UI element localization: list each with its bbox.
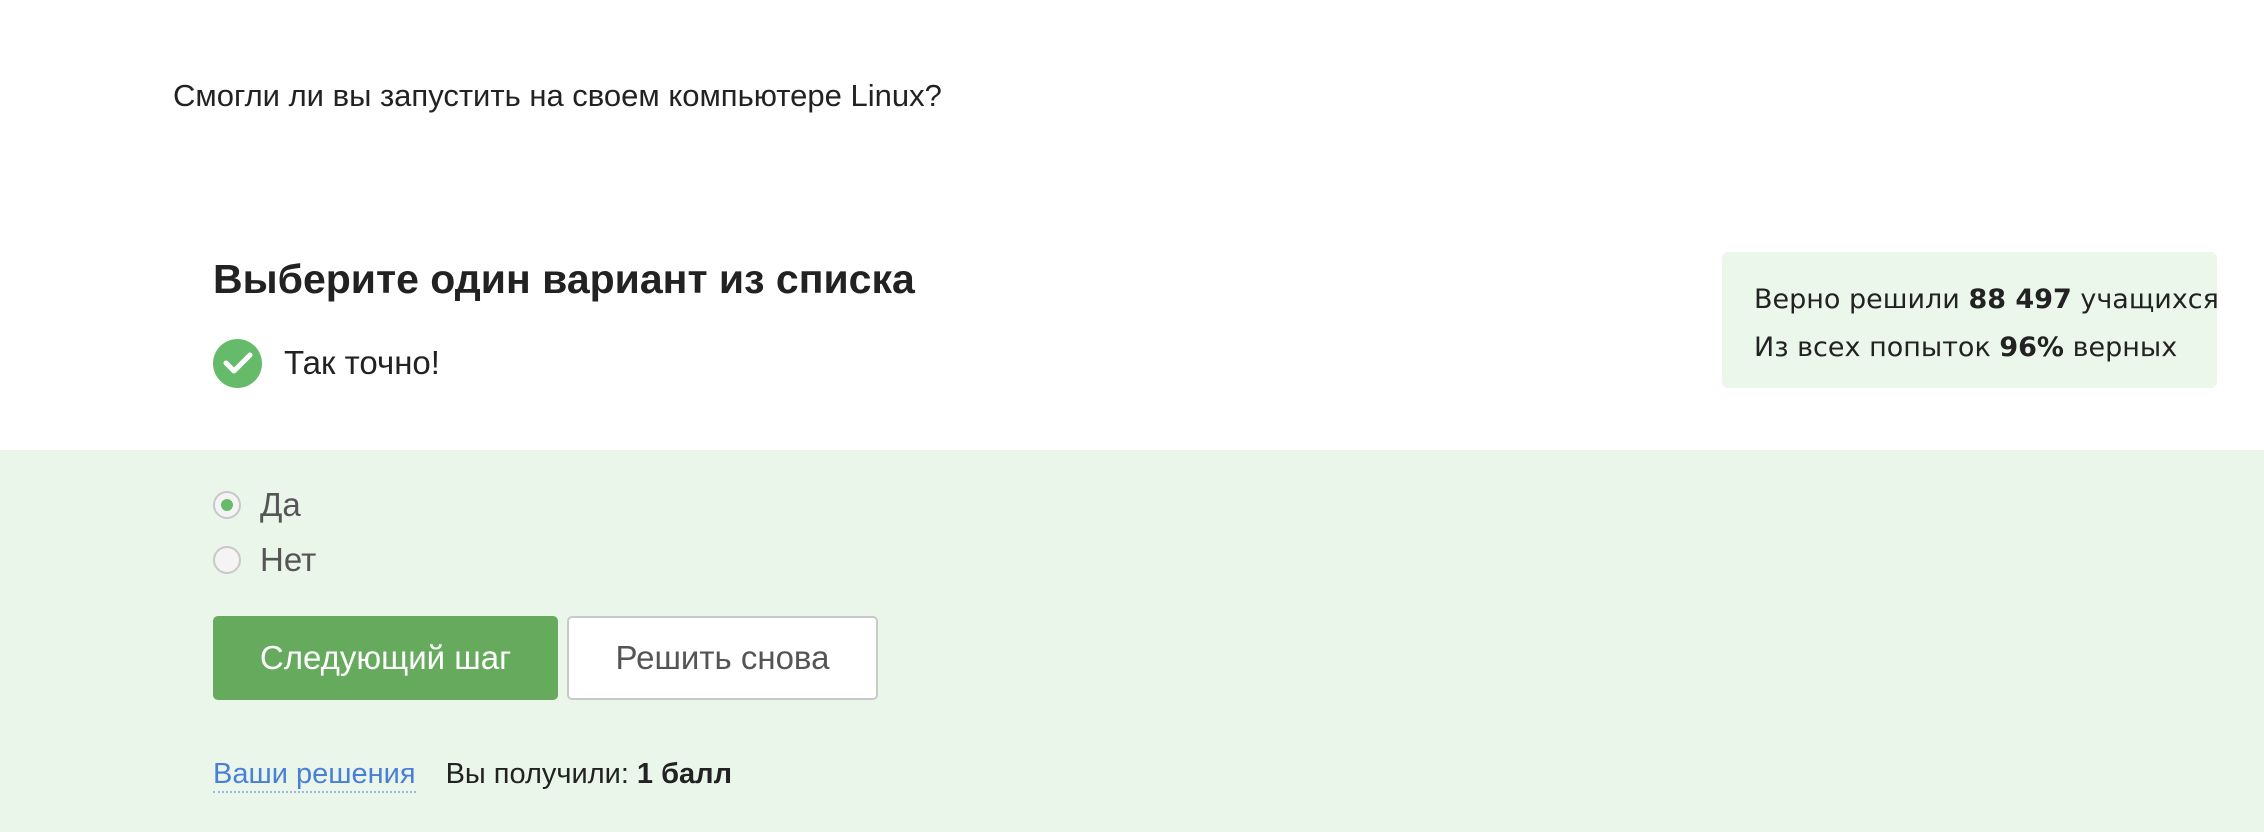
- option-label-no: Нет: [260, 541, 317, 578]
- question-text: Смогли ли вы запустить на своем компьюте…: [173, 78, 942, 113]
- stats-solved-prefix: Верно решили: [1754, 284, 1960, 315]
- stats-solved-suffix: учащихся: [2080, 284, 2219, 315]
- result-footer: Ваши решения Вы получили: 1 балл: [213, 758, 732, 793]
- stats-solved-count: 88 497: [1968, 284, 2072, 315]
- option-label-yes: Да: [260, 486, 301, 523]
- score-label: Вы получили:: [445, 758, 629, 790]
- stats-attempts-line: Из всех попыток 96% верных: [1754, 324, 2217, 372]
- retry-button[interactable]: Решить снова: [567, 616, 878, 700]
- option-yes[interactable]: Да: [213, 483, 301, 527]
- stats-attempts-suffix: верных: [2072, 332, 2178, 363]
- stats-panel: Верно решили 88 497 учащихся Из всех поп…: [1722, 252, 2219, 388]
- stats-solved-line: Верно решили 88 497 учащихся: [1754, 276, 2219, 324]
- correct-feedback: Так точно!: [213, 338, 440, 388]
- radio-selected-dot: [221, 499, 233, 511]
- feedback-text: Так точно!: [284, 344, 440, 381]
- check-circle-icon: [213, 338, 262, 388]
- option-no[interactable]: Нет: [213, 538, 316, 582]
- prompt-title: Выберите один вариант из списка: [213, 256, 915, 302]
- next-step-button[interactable]: Следующий шаг: [213, 616, 558, 700]
- your-solutions-link[interactable]: Ваши решения: [213, 758, 416, 793]
- score-value: 1 балл: [636, 758, 732, 790]
- step-page: Смогли ли вы запустить на своем компьюте…: [0, 0, 2264, 832]
- radio-no[interactable]: [213, 546, 241, 574]
- stats-attempts-percent: 96%: [1999, 332, 2064, 363]
- radio-yes[interactable]: [213, 491, 241, 519]
- stats-attempts-prefix: Из всех попыток: [1754, 332, 1991, 363]
